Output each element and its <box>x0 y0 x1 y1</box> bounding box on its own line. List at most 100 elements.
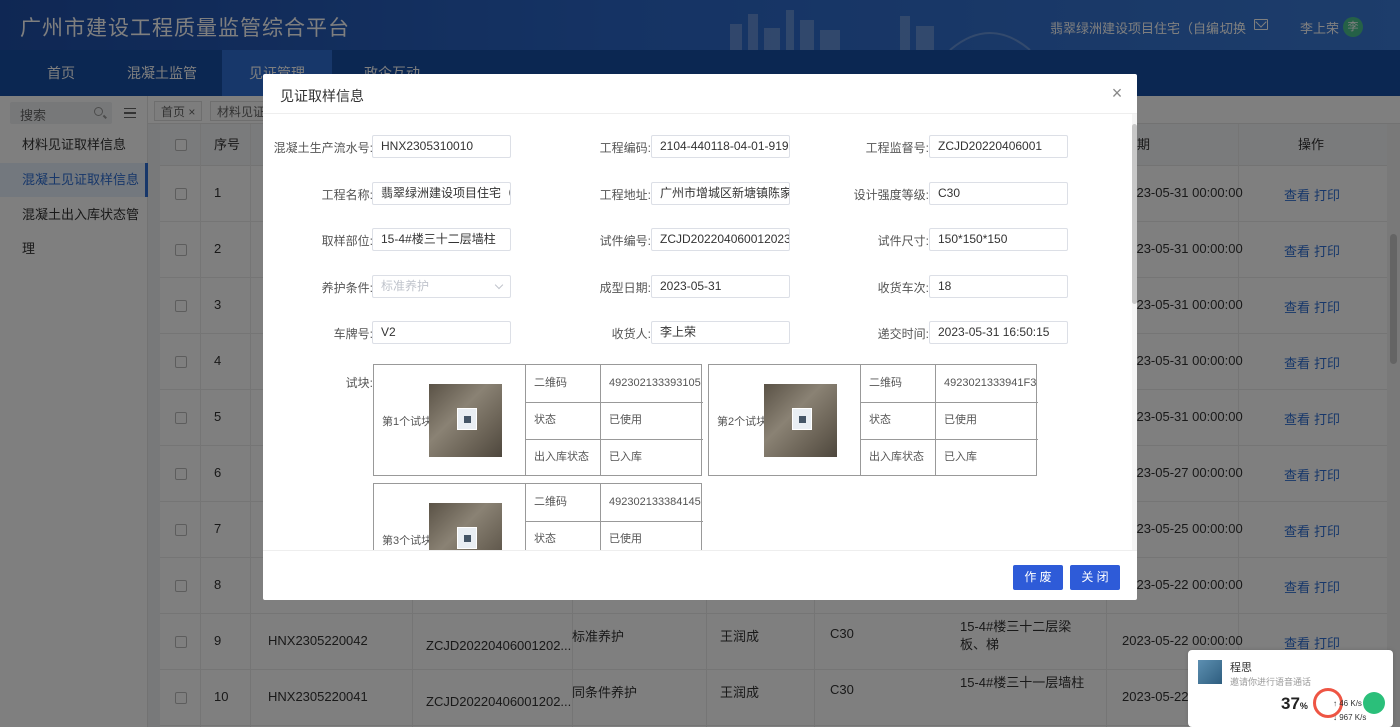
field-label: 试件编号: <box>599 234 651 248</box>
field-label: 车牌号: <box>333 327 373 341</box>
field-input[interactable]: 广州市增城区新塘镇陈家林 <box>651 181 790 205</box>
field-input[interactable]: 翡翠绿洲建设项目住宅（自 <box>372 181 511 205</box>
field-input[interactable]: ZCJD20220406001202305 <box>651 228 790 251</box>
test-block: 第2个试块 二维码 4923021333941F3 状态 已使用出入库状态 已入库 <box>708 364 1038 476</box>
call-notification-widget[interactable]: 程思 邀请你进行语音通话 37% ↑ 46 K/s ↓ 967 K/s <box>1188 650 1393 727</box>
field-label: 设计强度等级: <box>853 187 929 202</box>
value-status: 已使用 <box>944 414 977 426</box>
speed-gauge-icon <box>1363 692 1385 714</box>
void-button[interactable]: 作 废 <box>1013 565 1063 590</box>
field-label: 成型日期: <box>599 280 651 295</box>
field-label: 收货车次: <box>877 280 929 295</box>
curing-condition-select[interactable]: 标准养护 <box>372 274 511 298</box>
block-name: 第1个试块 <box>382 416 433 428</box>
field-value: ZCJD20220406001202305 <box>660 232 790 246</box>
upload-speed-value: 46 K/s <box>1339 699 1362 708</box>
qr-tag-icon <box>792 408 812 430</box>
block-photo[interactable] <box>764 384 837 457</box>
field-value: 150*150*150 <box>938 232 1008 246</box>
field-input[interactable]: 李上荣 <box>651 321 790 344</box>
value-status: 已使用 <box>609 533 642 545</box>
key-qr: 二维码 <box>526 484 601 521</box>
key-status: 状态 <box>861 402 936 439</box>
field-label: 养护条件: <box>321 280 373 295</box>
key-stock: 出入库状态 <box>861 439 936 476</box>
dialog-header: 见证取样信息 × <box>263 74 1137 114</box>
field-input[interactable]: 18 <box>929 274 1068 298</box>
key-qr: 二维码 <box>861 365 936 402</box>
value-qr: 4923021333941F3 <box>944 377 1037 389</box>
block-photo[interactable] <box>429 384 502 457</box>
field-input[interactable]: ZCJD20220406001 <box>929 135 1068 158</box>
key-qr: 二维码 <box>526 365 601 402</box>
field-label: 混凝土生产流水号: <box>273 141 373 155</box>
block-info-grid: 二维码 4923021333941F3 状态 已使用出入库状态 已入库 <box>860 365 1038 476</box>
field-label: 工程地址: <box>599 187 651 202</box>
field-input[interactable]: 2023-05-31 16:50:15 <box>929 321 1068 344</box>
field-input[interactable]: 2023-05-31 <box>651 274 790 298</box>
field-value: HNX2305310010 <box>381 139 474 153</box>
block-info-grid: 二维码492302133384145状态已使用出入库状态 <box>525 484 703 550</box>
field-value: 2104-440118-04-01-9190 <box>660 139 790 153</box>
field-value: 标准养护 <box>381 278 430 293</box>
value-stock: 已入库 <box>944 451 977 463</box>
cpu-percent: 37% <box>1281 694 1308 714</box>
sampling-info-dialog: 见证取样信息 × 混凝土生产流水号: HNX2305310010 工程编码: 2104… <box>263 74 1137 600</box>
test-block: 第1个试块 二维码 492302133393105 状态 已使用 出入库状态 已入库 <box>373 364 703 476</box>
block-name: 第2个试块 <box>717 416 768 428</box>
field-label: 收货人: <box>611 327 651 341</box>
field-label: 取样部位: <box>321 234 373 248</box>
app-icon <box>1198 660 1222 684</box>
field-value: 15-4#楼三十二层墙柱 <box>381 232 496 246</box>
key-status: 状态 <box>526 402 601 439</box>
call-subtitle: 邀请你进行语音通话 <box>1230 677 1312 687</box>
dialog-scrollbar-thumb[interactable] <box>1132 124 1137 304</box>
cpu-percent-value: 37 <box>1281 694 1300 713</box>
field-value: V2 <box>381 325 396 339</box>
field-input[interactable]: C30 <box>929 181 1068 205</box>
field-input[interactable]: 2104-440118-04-01-9190 <box>651 135 790 158</box>
blocks-label: 试块: <box>345 376 373 390</box>
qr-tag-icon <box>457 408 477 430</box>
field-value: 李上荣 <box>660 325 697 339</box>
app-root: 广州市建设工程质量监管综合平台 翡翠绿洲建设项目住宅（自编... 切换 李上荣 … <box>0 0 1400 727</box>
field-label: 递交时间: <box>877 327 929 341</box>
close-icon[interactable]: × <box>1109 84 1125 102</box>
dialog-body: 混凝土生产流水号: HNX2305310010 工程编码: 2104-440118-0… <box>263 114 1137 550</box>
key-status: 状态 <box>526 521 601 550</box>
field-value: 2023-05-31 <box>660 278 722 293</box>
value-qr: 492302133393105 <box>609 377 701 389</box>
dialog-scrollbar[interactable] <box>1132 114 1137 550</box>
test-block: 第3个试块二维码492302133384145状态已使用出入库状态 <box>373 483 703 550</box>
block-name: 第3个试块 <box>382 535 433 547</box>
field-value: 18 <box>938 278 952 293</box>
field-value: 2023-05-31 16:50:15 <box>938 325 1050 339</box>
value-qr: 492302133384145 <box>609 496 701 508</box>
field-value: ZCJD20220406001 <box>938 139 1043 153</box>
field-input[interactable]: HNX2305310010 <box>372 135 511 158</box>
key-stock: 出入库状态 <box>526 439 601 476</box>
field-value: C30 <box>938 185 961 200</box>
field-input[interactable]: 15-4#楼三十二层墙柱 <box>372 228 511 251</box>
field-label: 试件尺寸: <box>877 234 929 248</box>
field-input[interactable]: V2 <box>372 321 511 344</box>
field-label: 工程监督号: <box>865 141 929 155</box>
dialog-footer: 作 废 关 闭 <box>263 550 1137 600</box>
download-speed-value: 967 K/s <box>1339 713 1367 722</box>
field-label: 工程名称: <box>321 187 373 202</box>
block-photo[interactable] <box>429 503 502 550</box>
qr-tag-icon <box>457 527 477 549</box>
field-label: 工程编码: <box>599 141 651 155</box>
upload-speed: ↑ 46 K/s <box>1333 699 1362 708</box>
field-value: 广州市增城区新塘镇陈家林 <box>660 185 790 200</box>
dialog-title: 见证取样信息 <box>280 88 364 104</box>
value-status: 已使用 <box>609 414 642 426</box>
field-value: 翡翠绿洲建设项目住宅（自 <box>381 185 511 200</box>
caller-name: 程思 <box>1230 662 1252 674</box>
block-info-grid: 二维码 492302133393105 状态 已使用 出入库状态 已入库 <box>525 365 703 476</box>
download-speed: ↓ 967 K/s <box>1333 713 1367 722</box>
close-button[interactable]: 关 闭 <box>1070 565 1120 590</box>
chevron-down-icon <box>494 280 504 289</box>
field-input[interactable]: 150*150*150 <box>929 228 1068 251</box>
cpu-percent-unit: % <box>1299 701 1308 711</box>
